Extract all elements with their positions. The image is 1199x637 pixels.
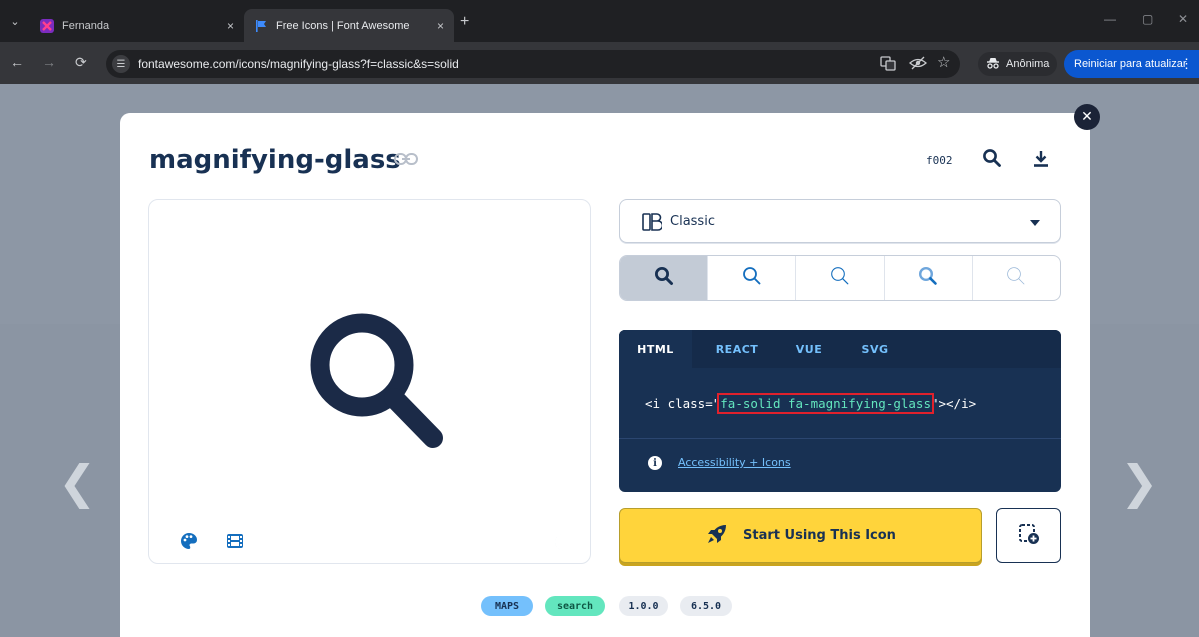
font-awesome-favicon-icon xyxy=(254,19,268,33)
tab-vue[interactable]: VUE xyxy=(779,330,839,368)
close-modal-icon[interactable]: ✕ xyxy=(1074,104,1100,130)
magnifying-glass-solid-icon xyxy=(654,266,674,290)
tab-label: Free Icons | Font Awesome xyxy=(276,19,410,32)
tab-html[interactable]: HTML xyxy=(619,330,692,368)
start-button-label: Start Using This Icon xyxy=(743,528,896,543)
start-using-icon-button[interactable]: Start Using This Icon xyxy=(619,508,982,563)
back-icon[interactable]: ← xyxy=(10,54,24,70)
copy-icon-button[interactable] xyxy=(996,508,1061,563)
tab-font-awesome[interactable]: Free Icons | Font Awesome × xyxy=(244,9,454,42)
variant-light[interactable] xyxy=(795,256,883,300)
magnifying-glass-preview-icon xyxy=(307,312,443,456)
code-tabs: HTML REACT VUE SVG xyxy=(619,330,1061,368)
magnifying-glass-light-icon xyxy=(830,266,850,290)
copy-link-icon[interactable] xyxy=(394,151,420,167)
icon-variant-selector xyxy=(619,255,1061,301)
tracking-protection-eye-icon[interactable] xyxy=(909,55,927,75)
category-tag-maps[interactable]: MAPS xyxy=(481,596,533,616)
tab-svg[interactable]: SVG xyxy=(845,330,905,368)
site-info-icon[interactable]: ☰ xyxy=(112,55,130,73)
version-tag-updated[interactable]: 6.5.0 xyxy=(680,596,732,616)
highlighted-class-names[interactable]: fa-solid fa-magnifying-glass xyxy=(717,393,934,414)
incognito-icon xyxy=(986,57,1000,72)
magnifying-glass-duotone-icon xyxy=(918,266,938,290)
unicode-value[interactable]: f002 xyxy=(926,154,953,167)
reload-icon[interactable]: ⟳ xyxy=(75,54,87,71)
variant-duotone[interactable] xyxy=(883,256,972,300)
fernanda-favicon-icon xyxy=(40,18,54,33)
version-tag-created[interactable]: 1.0.0 xyxy=(619,596,668,616)
restore-icon[interactable]: ▢ xyxy=(1142,12,1153,26)
dark-mode-moon-icon[interactable] xyxy=(550,532,566,556)
translate-icon[interactable] xyxy=(880,55,896,75)
magnifying-glass-thin-icon xyxy=(1006,266,1026,290)
style-select-value: Classic xyxy=(670,214,715,229)
url-text[interactable]: fontawesome.com/icons/magnifying-glass?f… xyxy=(138,57,459,71)
info-icon: i xyxy=(648,456,662,470)
magnifying-glass-regular-icon xyxy=(742,266,762,290)
code-suffix: "></i> xyxy=(930,396,977,411)
icon-title: magnifying-glass xyxy=(149,145,401,175)
download-icon[interactable] xyxy=(1033,149,1049,173)
update-label: Reiniciar para atualizar xyxy=(1074,58,1187,70)
icon-style-select[interactable]: Classic xyxy=(619,199,1061,243)
bookmark-star-icon[interactable]: ☆ xyxy=(937,53,950,71)
incognito-badge[interactable]: Anônima xyxy=(978,52,1058,76)
tab-label: Fernanda xyxy=(62,19,110,32)
browser-tab-bar: ⌄ Fernanda × Free Icons | Font Awesome ×… xyxy=(0,0,1199,42)
classic-style-icon xyxy=(642,213,664,235)
restart-to-update-button[interactable]: Reiniciar para atualizar ⋮ xyxy=(1064,50,1199,78)
minimize-icon[interactable]: — xyxy=(1104,12,1116,26)
copy-add-icon xyxy=(1018,523,1040,549)
code-prefix: <i class=" xyxy=(645,396,721,411)
rocket-icon xyxy=(705,522,729,550)
accessibility-link[interactable]: Accessibility + Icons xyxy=(678,456,791,469)
tab-search-chevron-icon[interactable]: ⌄ xyxy=(6,12,24,30)
incognito-label: Anônima xyxy=(1006,58,1050,70)
forward-icon[interactable]: → xyxy=(42,54,56,70)
chevron-down-icon xyxy=(1030,220,1040,226)
search-icon[interactable] xyxy=(982,148,1002,172)
tab-fernanda[interactable]: Fernanda × xyxy=(30,9,244,42)
palette-icon[interactable] xyxy=(180,532,198,554)
next-icon-arrow[interactable]: ❯ xyxy=(1120,455,1159,509)
variant-thin[interactable] xyxy=(971,256,1060,300)
code-snippet-panel: HTML REACT VUE SVG <i class="fa-solid fa… xyxy=(619,330,1061,492)
code-snippet[interactable]: <i class="fa-solid fa-magnifying-glass">… xyxy=(645,393,977,414)
variant-solid[interactable] xyxy=(620,256,708,300)
tab-close-icon[interactable]: × xyxy=(227,19,234,33)
close-window-icon[interactable]: ✕ xyxy=(1178,12,1188,26)
tab-close-icon[interactable]: × xyxy=(437,19,444,33)
divider xyxy=(619,438,1061,439)
keyword-tag-search[interactable]: search xyxy=(545,596,605,616)
film-animation-icon[interactable] xyxy=(226,532,244,554)
tab-react[interactable]: REACT xyxy=(702,330,772,368)
variant-regular[interactable] xyxy=(707,256,795,300)
new-tab-button[interactable]: + xyxy=(460,13,469,31)
previous-icon-arrow[interactable]: ❮ xyxy=(58,455,97,509)
kebab-menu-icon[interactable]: ⋮ xyxy=(1180,56,1193,72)
